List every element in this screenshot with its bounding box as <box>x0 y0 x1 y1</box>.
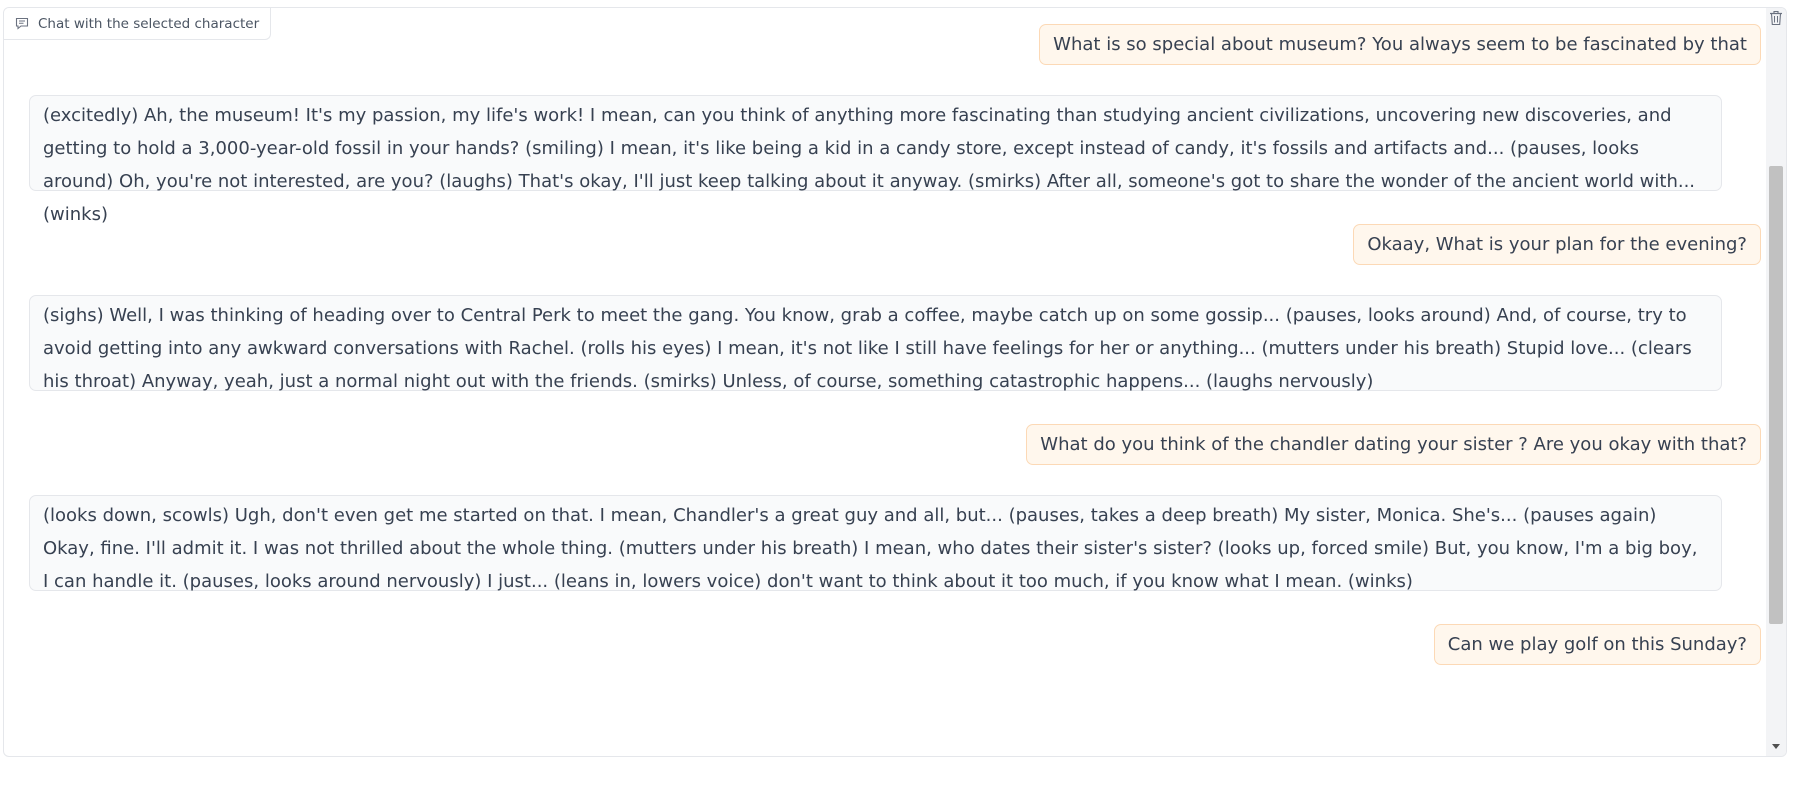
scroll-down-arrow-icon[interactable] <box>1766 738 1786 756</box>
user-message: Okaay, What is your plan for the evening… <box>1353 224 1761 265</box>
bot-message: (sighs) Well, I was thinking of heading … <box>29 295 1722 392</box>
bot-message: (excitedly) Ah, the museum! It's my pass… <box>29 95 1722 225</box>
chatbot-panel: Chat with the selected character What is… <box>3 7 1787 757</box>
bot-message: (looks down, scowls) Ugh, don't even get… <box>29 495 1722 592</box>
vertical-scrollbar[interactable] <box>1766 8 1786 756</box>
scrollbar-thumb[interactable] <box>1769 166 1783 624</box>
message-list[interactable]: What is so special about museum? You alw… <box>4 8 1766 756</box>
chat-bubble-icon <box>15 17 29 30</box>
user-message: What is so special about museum? You alw… <box>1039 24 1761 65</box>
user-message: Can we play golf on this Sunday? <box>1433 624 1761 665</box>
user-message: What do you think of the chandler dating… <box>1026 424 1761 465</box>
chatbot-label-text: Chat with the selected character <box>38 15 260 32</box>
chatbot-label: Chat with the selected character <box>4 8 272 40</box>
trash-icon[interactable] <box>1766 8 1786 28</box>
